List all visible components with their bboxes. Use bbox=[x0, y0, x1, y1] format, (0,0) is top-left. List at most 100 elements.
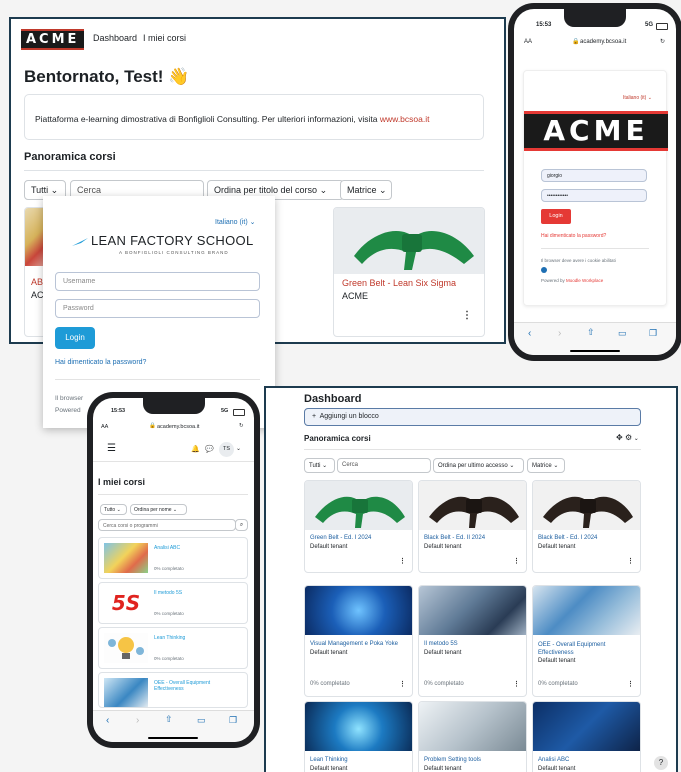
search-input[interactable]: Cerca bbox=[337, 458, 431, 473]
messages-icon[interactable]: 💬 bbox=[205, 445, 214, 453]
course-image bbox=[419, 481, 526, 530]
notifications-icon[interactable]: 🔔 bbox=[191, 445, 200, 453]
nav-dashboard[interactable]: Dashboard bbox=[93, 33, 137, 43]
address-bar[interactable]: AA 🔒 academy.bcsoa.it ↻ bbox=[97, 421, 249, 435]
block-controls[interactable]: ✥ ⚙ ⌄ bbox=[616, 433, 639, 442]
avatar-dropdown-icon[interactable]: ⌄ bbox=[236, 445, 241, 452]
home-indicator bbox=[570, 350, 620, 352]
course-card[interactable]: Lean Thinking Default tenant bbox=[304, 701, 413, 772]
course-title[interactable]: Black Belt - Ed. I 2024 bbox=[538, 535, 597, 541]
notch bbox=[143, 398, 205, 414]
course-title[interactable]: Green Belt - Ed. I 2024 bbox=[310, 535, 371, 541]
course-progress: 0% completato bbox=[154, 611, 184, 616]
tabs-icon[interactable]: ❐ bbox=[649, 328, 657, 339]
course-title[interactable]: Visual Management e Poka Yoke bbox=[310, 641, 398, 647]
course-card[interactable]: OEE - Overall Equipment Effectiveness De… bbox=[532, 585, 641, 697]
back-icon[interactable]: ‹ bbox=[528, 328, 531, 339]
search-button[interactable]: ⌕ bbox=[235, 519, 248, 531]
course-title[interactable]: Problem Setting tools bbox=[424, 757, 481, 763]
course-title[interactable]: Green Belt - Lean Six Sigma bbox=[342, 278, 456, 288]
forgot-password-link[interactable]: Hai dimenticato la password? bbox=[55, 359, 146, 366]
filter-dropdown[interactable]: Tutto ⌄ bbox=[100, 504, 127, 515]
course-card[interactable]: Il metodo 5S Default tenant 0% completat… bbox=[418, 585, 527, 697]
course-card[interactable]: Green Belt - Ed. I 2024 Default tenant ⋮ bbox=[304, 480, 413, 573]
share-icon[interactable]: ⇧ bbox=[587, 327, 595, 338]
forgot-password-link[interactable]: Hai dimenticato la password? bbox=[541, 233, 606, 239]
help-button[interactable]: ? bbox=[654, 756, 668, 770]
password-input[interactable]: •••••••••••• bbox=[541, 189, 647, 202]
text-size-button[interactable]: AA bbox=[101, 424, 108, 430]
course-tenant: Default tenant bbox=[538, 766, 576, 772]
add-block-button[interactable]: + Aggiungi un blocco bbox=[304, 408, 641, 426]
course-name[interactable]: Lean Thinking bbox=[154, 635, 185, 641]
language-selector[interactable]: Italiano (it) ⌄ bbox=[215, 218, 256, 226]
moodle-link[interactable]: Moodle Workplace bbox=[566, 278, 603, 283]
filter-dropdown[interactable]: Tutti ⌄ bbox=[304, 458, 335, 473]
address-bar[interactable]: AA 🔒 academy.bcsoa.it ↻ bbox=[520, 36, 670, 50]
section-title: Panoramica corsi bbox=[304, 434, 371, 443]
nav-my-courses[interactable]: I miei corsi bbox=[143, 33, 186, 43]
course-menu-icon[interactable]: ⋮ bbox=[513, 680, 520, 688]
course-title[interactable]: Il metodo 5S bbox=[424, 641, 458, 647]
course-title[interactable]: OEE - Overall Equipment Effectiveness bbox=[538, 641, 636, 657]
move-icon[interactable]: ✥ bbox=[616, 433, 623, 442]
chevron-down-icon[interactable]: ⌄ bbox=[632, 436, 639, 442]
course-image bbox=[533, 586, 640, 635]
forward-icon[interactable]: › bbox=[136, 715, 139, 726]
acme-logo[interactable]: ACME bbox=[21, 29, 85, 50]
course-card[interactable]: Green Belt - Lean Six Sigma ACME ⋮ bbox=[333, 207, 485, 337]
course-title[interactable]: Analisi ABC bbox=[538, 757, 569, 763]
course-menu-icon[interactable]: ⋮ bbox=[627, 680, 634, 688]
login-button[interactable]: Login bbox=[541, 209, 571, 224]
help-icon[interactable] bbox=[541, 267, 547, 273]
sort-dropdown[interactable]: Ordina per nome ⌄ bbox=[130, 504, 187, 515]
course-name[interactable]: OEE - Overall Equipment Effectiveness bbox=[154, 680, 224, 692]
course-list-item[interactable]: Analisi ABC 0% completato bbox=[98, 537, 248, 579]
course-name[interactable]: Il metodo 5S bbox=[154, 590, 182, 596]
home-indicator bbox=[148, 737, 198, 739]
sort-dropdown[interactable]: Ordina per ultimo accesso ⌄ bbox=[433, 458, 524, 473]
course-menu-icon[interactable]: ⋮ bbox=[399, 680, 406, 688]
menu-icon[interactable]: ☰ bbox=[107, 443, 116, 454]
back-icon[interactable]: ‹ bbox=[106, 715, 109, 726]
view-dropdown[interactable]: Matrice ⌄ bbox=[340, 180, 392, 200]
course-tenant: Default tenant bbox=[538, 658, 576, 664]
tabs-icon[interactable]: ❐ bbox=[229, 715, 237, 726]
course-menu-icon[interactable]: ⋮ bbox=[513, 557, 520, 565]
text-size-button[interactable]: AA bbox=[524, 39, 532, 45]
bookmarks-icon[interactable]: ▭ bbox=[197, 715, 206, 726]
reload-icon[interactable]: ↻ bbox=[660, 38, 665, 45]
course-menu-icon[interactable]: ⋮ bbox=[399, 557, 406, 565]
course-card[interactable]: Problem Setting tools Default tenant bbox=[418, 701, 527, 772]
app-header: ☰ 🔔 💬 TS ⌄ bbox=[93, 439, 254, 462]
username-input[interactable]: Username bbox=[55, 272, 260, 291]
info-link[interactable]: www.bcsoa.it bbox=[380, 114, 430, 124]
search-input[interactable]: Cerca corsi o programmi bbox=[98, 519, 236, 531]
course-list-item[interactable]: 5S Il metodo 5S 0% completato bbox=[98, 582, 248, 624]
reload-icon[interactable]: ↻ bbox=[239, 423, 244, 429]
course-title[interactable]: Lean Thinking bbox=[310, 757, 348, 763]
course-list-item[interactable]: Lean Thinking 0% completato bbox=[98, 627, 248, 669]
course-name[interactable]: Analisi ABC bbox=[154, 545, 180, 551]
login-button[interactable]: Login bbox=[55, 327, 95, 349]
course-card[interactable]: Visual Management e Poka Yoke Default te… bbox=[304, 585, 413, 697]
cookie-notice: Il browser bbox=[55, 395, 84, 402]
share-icon[interactable]: ⇧ bbox=[165, 714, 173, 725]
course-card[interactable]: Black Belt - Ed. I 2024 Default tenant ⋮ bbox=[532, 480, 641, 573]
course-menu-icon[interactable]: ⋮ bbox=[627, 557, 634, 565]
course-menu-icon[interactable]: ⋮ bbox=[462, 310, 472, 321]
course-card[interactable]: Analisi ABC Default tenant bbox=[532, 701, 641, 772]
language-selector[interactable]: Italiano (it) ⌄ bbox=[623, 95, 652, 101]
password-input[interactable]: Password bbox=[55, 299, 260, 318]
avatar[interactable]: TS bbox=[219, 442, 234, 457]
course-card[interactable]: Black Belt - Ed. II 2024 Default tenant … bbox=[418, 480, 527, 573]
phone-left-screen: 15:53 5G AA 🔒 academy.bcsoa.it ↻ ☰ 🔔 💬 T… bbox=[93, 398, 254, 742]
bookmarks-icon[interactable]: ▭ bbox=[618, 328, 627, 339]
course-list-item[interactable]: OEE - Overall Equipment Effectiveness bbox=[98, 672, 248, 708]
view-dropdown[interactable]: Matrice ⌄ bbox=[527, 458, 565, 473]
forward-icon[interactable]: › bbox=[558, 328, 561, 339]
course-title[interactable]: Black Belt - Ed. II 2024 bbox=[424, 535, 485, 541]
divider bbox=[541, 248, 649, 249]
top-navbar: ACME Dashboard I miei corsi bbox=[11, 19, 504, 57]
username-input[interactable]: giorgio bbox=[541, 169, 647, 182]
